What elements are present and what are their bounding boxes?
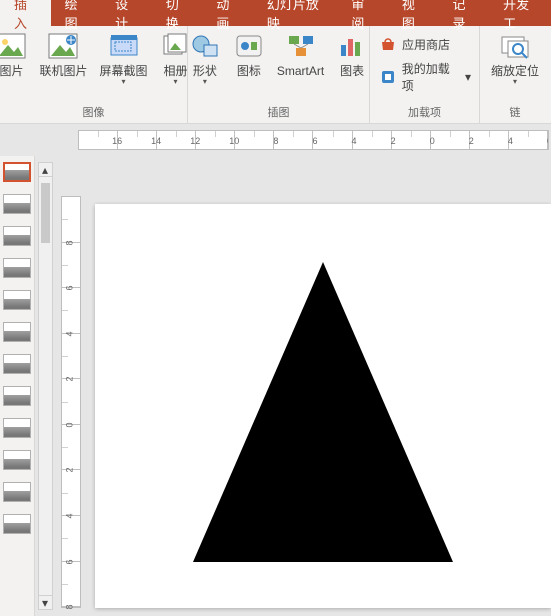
button-label: 图表 — [340, 64, 364, 78]
slide-thumb[interactable] — [3, 450, 31, 470]
scroll-down-icon[interactable]: ▾ — [39, 595, 52, 609]
scroll-thumb[interactable] — [41, 183, 50, 243]
screenshot-button[interactable]: 屏幕截图 ▾ — [94, 30, 154, 86]
shapes-button[interactable]: 形状 ▾ — [183, 30, 227, 86]
slide-thumbnails — [0, 156, 35, 616]
zoom-icon — [499, 30, 531, 62]
chart-icon — [336, 30, 368, 62]
chart-button[interactable]: 图表 — [330, 30, 374, 78]
smartart-icon — [285, 30, 317, 62]
horizontal-ruler[interactable]: 16 14 12 10 8 6 4 2 0 2 4 6 — [78, 130, 549, 150]
tab-transition[interactable]: 切换 — [152, 0, 203, 26]
tab-slideshow[interactable]: 幻灯片放映 — [253, 0, 337, 26]
vertical-ruler[interactable]: 8 6 4 2 0 2 4 6 8 — [61, 196, 81, 608]
tab-animation[interactable]: 动画 — [202, 0, 253, 26]
chevron-down-icon: ▾ — [174, 77, 178, 86]
slide-editor: 8 6 4 2 0 2 4 6 8 — [55, 156, 551, 616]
chevron-down-icon: ▾ — [203, 77, 207, 86]
ribbon-group-illustrations: 形状 ▾ 图标 SmartArt 图表 插图 — [188, 26, 370, 123]
slide-thumb[interactable] — [3, 322, 31, 342]
slide-thumb[interactable] — [3, 226, 31, 246]
ribbon-tabs: 插入 绘图 设计 切换 动画 幻灯片放映 审阅 视图 记录 开发工 — [0, 0, 551, 26]
main-area: ▴ ▾ 8 6 4 2 0 2 4 6 8 — [0, 156, 551, 616]
tab-view[interactable]: 视图 — [388, 0, 439, 26]
tab-review[interactable]: 审阅 — [337, 0, 388, 26]
slide-thumb[interactable] — [3, 418, 31, 438]
shapes-icon — [189, 30, 221, 62]
chevron-down-icon: ▾ — [465, 70, 471, 84]
online-picture-icon — [47, 30, 79, 62]
tab-design[interactable]: 设计 — [101, 0, 152, 26]
horizontal-ruler-wrap: 16 14 12 10 8 6 4 2 0 2 4 6 — [78, 124, 551, 156]
button-label: 形状 — [193, 64, 217, 78]
online-picture-button[interactable]: 联机图片 — [33, 30, 93, 78]
icons-icon — [233, 30, 265, 62]
group-label: 图像 — [0, 102, 187, 123]
store-icon — [378, 34, 398, 54]
tab-insert[interactable]: 插入 — [0, 0, 51, 26]
thumb-scroll-gutter: ▴ ▾ — [35, 156, 55, 616]
button-label: 缩放定位 — [491, 64, 539, 78]
button-label: 图片 — [0, 64, 23, 78]
button-label: SmartArt — [277, 64, 324, 78]
tab-draw[interactable]: 绘图 — [51, 0, 102, 26]
button-label: 我的加载项 — [402, 60, 461, 94]
ruler-tick: 6 — [547, 136, 549, 146]
slide-thumb[interactable] — [3, 482, 31, 502]
button-label: 联机图片 — [39, 64, 87, 78]
button-label: 屏幕截图 — [100, 64, 148, 78]
ribbon-group-images: 图片 联机图片 屏幕截图 ▾ 相册 ▾ — [0, 26, 188, 123]
thumb-scrollbar[interactable]: ▴ ▾ — [38, 162, 53, 610]
icons-button[interactable]: 图标 — [227, 30, 271, 78]
group-label: 链 — [480, 102, 550, 123]
myaddins-button[interactable]: 我的加载项 ▾ — [378, 60, 471, 94]
slide-thumb[interactable] — [3, 354, 31, 374]
ribbon-group-zoom: 缩放定位 ▾ 链 — [480, 26, 550, 123]
slide-thumb[interactable] — [3, 386, 31, 406]
smartart-button[interactable]: SmartArt — [271, 30, 330, 78]
slide-thumb[interactable] — [3, 162, 31, 182]
zoom-button[interactable]: 缩放定位 ▾ — [485, 30, 545, 86]
screenshot-icon — [108, 30, 140, 62]
group-label: 加载项 — [370, 102, 479, 123]
tab-developer[interactable]: 开发工 — [489, 0, 551, 26]
picture-button[interactable]: 图片 — [0, 30, 33, 78]
scroll-up-icon[interactable]: ▴ — [39, 163, 52, 177]
slide-thumb[interactable] — [3, 290, 31, 310]
ruler-tick: 8 — [65, 605, 75, 610]
button-label: 应用商店 — [402, 36, 450, 53]
ribbon-group-addins: 应用商店 我的加载项 ▾ 加载项 — [370, 26, 480, 123]
chevron-down-icon: ▾ — [513, 77, 517, 86]
picture-icon — [0, 30, 27, 62]
ribbon: 图片 联机图片 屏幕截图 ▾ 相册 ▾ — [0, 26, 551, 124]
slide-thumb[interactable] — [3, 258, 31, 278]
chevron-down-icon: ▾ — [122, 77, 126, 86]
tab-record[interactable]: 记录 — [438, 0, 489, 26]
group-label: 插图 — [188, 102, 369, 123]
addins-icon — [378, 67, 398, 87]
slide-canvas[interactable] — [95, 204, 551, 608]
slide-thumb[interactable] — [3, 514, 31, 534]
triangle-shape[interactable] — [193, 262, 453, 562]
slide-thumb[interactable] — [3, 194, 31, 214]
button-label: 图标 — [237, 64, 261, 78]
store-button[interactable]: 应用商店 — [378, 34, 471, 54]
